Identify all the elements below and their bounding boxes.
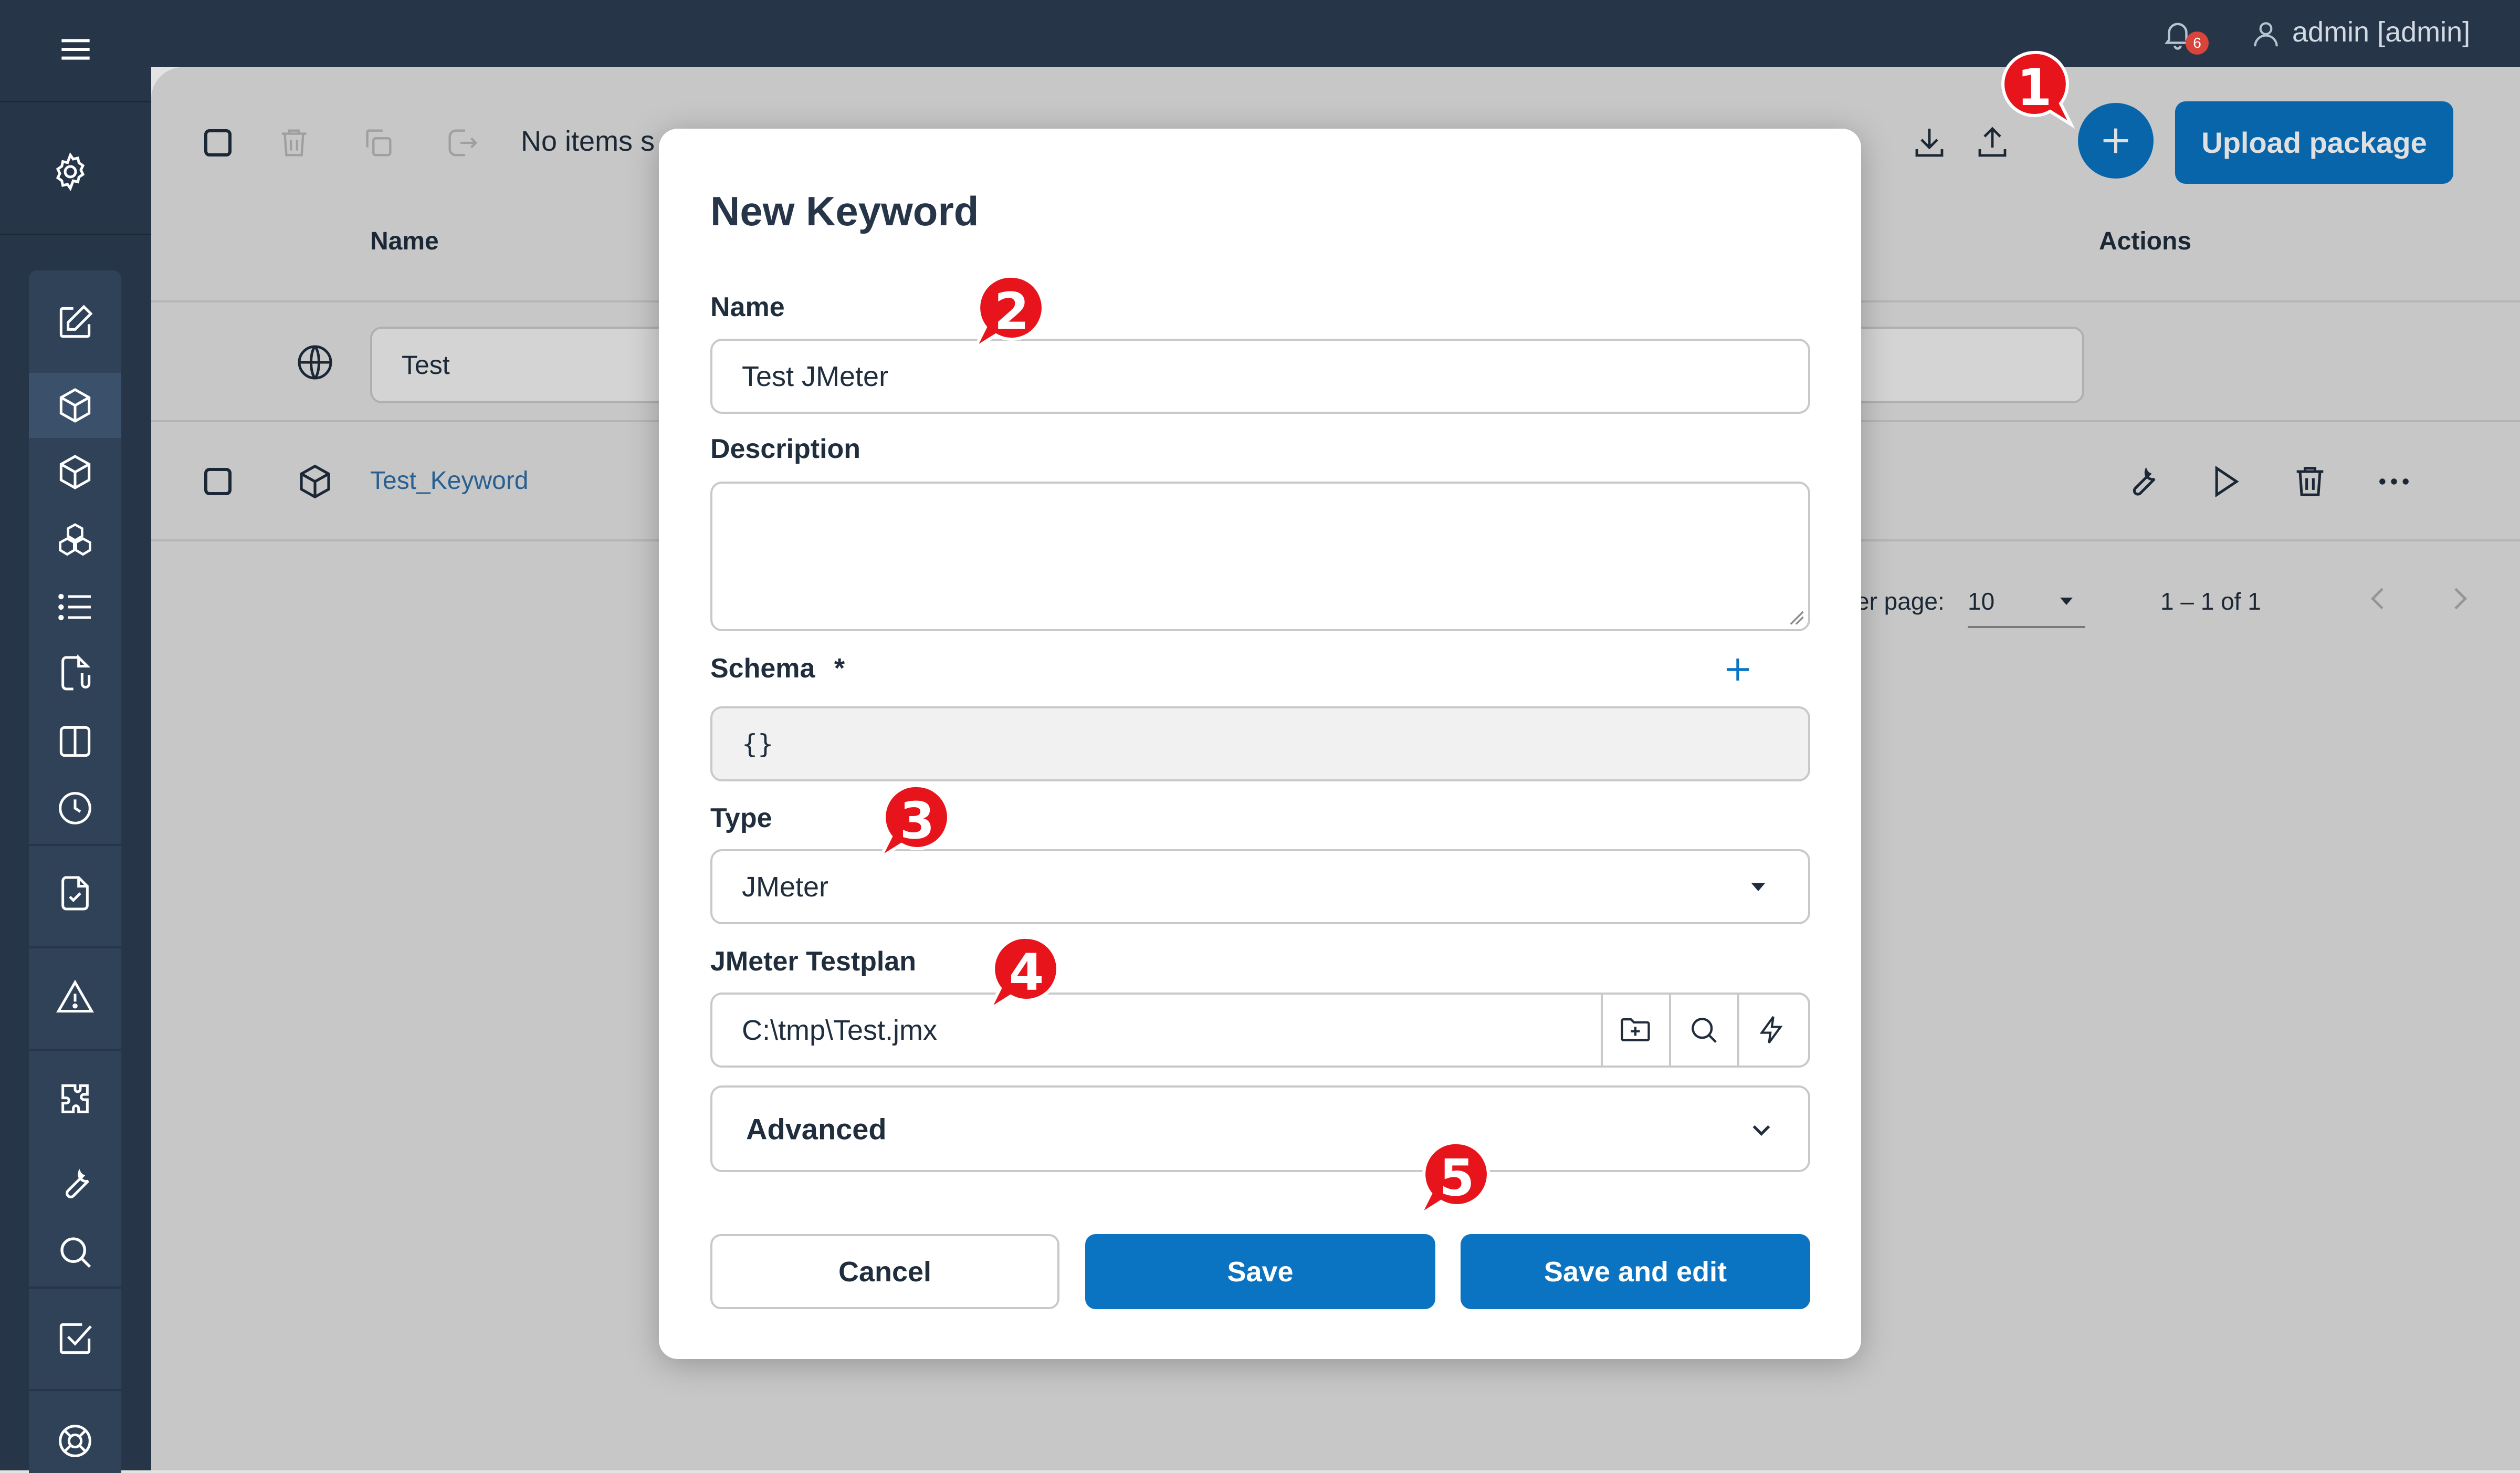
testplan-input[interactable]: C:\tmp\Test.jmx	[710, 993, 1810, 1068]
layout-columns-icon[interactable]	[52, 718, 98, 765]
search-icon[interactable]	[52, 1229, 98, 1275]
schema-label-text: Schema	[710, 653, 815, 684]
dynamic-lightning-icon[interactable]	[1748, 1006, 1796, 1053]
settings-gear-icon[interactable]	[47, 149, 93, 195]
admin-wrench-icon[interactable]	[52, 1161, 98, 1207]
description-textarea[interactable]	[710, 482, 1810, 631]
functions-cube-icon[interactable]	[52, 449, 98, 495]
new-keyword-dialog: New Keyword Name Test JMeter Description…	[659, 129, 1861, 1359]
plugins-puzzle-icon[interactable]	[52, 1077, 98, 1123]
dialog-title: New Keyword	[710, 188, 979, 234]
step-marker-2: 2	[971, 272, 1051, 353]
menu-icon[interactable]	[52, 26, 99, 72]
save-and-edit-button[interactable]: Save and edit	[1461, 1234, 1810, 1309]
testplan-actions-divider-2	[1669, 995, 1671, 1065]
top-bar: 6 admin [admin]	[151, 0, 2520, 67]
sidebar	[0, 0, 151, 1473]
user-label[interactable]: admin [admin]	[2292, 16, 2470, 48]
keywords-cube-icon[interactable]	[29, 373, 121, 438]
name-label: Name	[710, 292, 785, 322]
testplan-actions-divider-3	[1737, 995, 1739, 1065]
search-file-icon[interactable]	[1680, 1006, 1727, 1053]
list-icon[interactable]	[52, 584, 98, 630]
add-schema-icon[interactable]	[1717, 649, 1759, 691]
schedule-clock-icon[interactable]	[52, 785, 98, 831]
resize-handle-icon[interactable]	[1787, 608, 1805, 626]
packages-cubes-icon[interactable]	[52, 517, 98, 563]
user-icon[interactable]	[2248, 16, 2284, 53]
step-marker-3: 3	[876, 781, 957, 862]
upload-folder-icon[interactable]	[1612, 1006, 1659, 1053]
executions-file-check-icon[interactable]	[52, 870, 98, 916]
cancel-button[interactable]: Cancel	[710, 1234, 1059, 1309]
schema-editor[interactable]: {}	[710, 706, 1810, 781]
alerts-warning-icon[interactable]	[52, 974, 98, 1020]
schema-label: Schema *	[710, 653, 845, 684]
step-marker-1: 1	[1995, 48, 2075, 129]
chevron-down-icon	[1752, 1125, 1770, 1136]
resources-file-icon[interactable]	[52, 650, 98, 696]
plan-edit-icon[interactable]	[52, 299, 98, 346]
testplan-label: JMeter Testplan	[710, 946, 917, 977]
checkbox-tasks-icon[interactable]	[52, 1315, 98, 1362]
type-select[interactable]: JMeter	[710, 849, 1810, 924]
required-asterisk: *	[834, 653, 845, 684]
name-input[interactable]: Test JMeter	[710, 339, 1810, 414]
step-marker-4: 4	[985, 933, 1066, 1014]
step-marker-5: 5	[1416, 1138, 1496, 1219]
type-label: Type	[710, 803, 772, 833]
description-label: Description	[710, 434, 861, 464]
type-caret-down-icon	[1751, 883, 1766, 891]
testplan-actions-divider-1	[1601, 995, 1603, 1065]
save-button[interactable]: Save	[1085, 1234, 1435, 1309]
notification-count-badge: 6	[2186, 32, 2209, 55]
help-lifebuoy-icon[interactable]	[52, 1418, 98, 1464]
advanced-expander[interactable]: Advanced	[710, 1085, 1810, 1172]
